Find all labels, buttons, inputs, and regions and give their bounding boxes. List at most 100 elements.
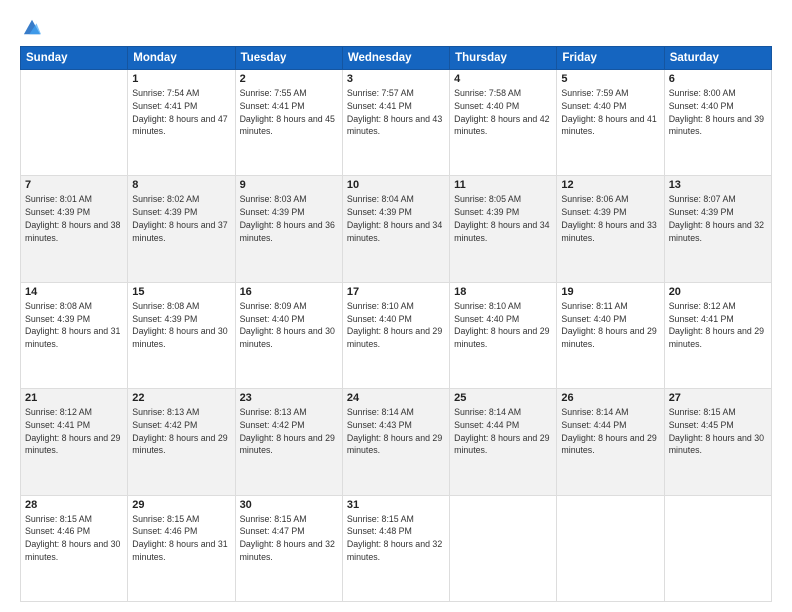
day-info: Sunrise: 8:10 AMSunset: 4:40 PMDaylight:… [454, 300, 552, 351]
calendar-cell [664, 495, 771, 601]
day-info: Sunrise: 8:15 AMSunset: 4:48 PMDaylight:… [347, 513, 445, 564]
day-number: 14 [25, 286, 123, 298]
calendar-cell: 16 Sunrise: 8:09 AMSunset: 4:40 PMDayligh… [235, 282, 342, 388]
calendar-cell: 30Sunrise: 8:15 AMSunset: 4:47 PMDayligh… [235, 495, 342, 601]
calendar-cell: 18 Sunrise: 8:10 AMSunset: 4:40 PMDayligh… [450, 282, 557, 388]
weekday-header-row: SundayMondayTuesdayWednesdayThursdayFrid… [21, 47, 772, 70]
day-number: 27 [669, 392, 767, 404]
day-info: Sunrise: 8:01 AMSunset: 4:39 PMDaylight:… [25, 193, 123, 244]
calendar-week-row: 7 Sunrise: 8:01 AMSunset: 4:39 PMDaylight… [21, 176, 772, 282]
day-info: Sunrise: 7:55 AMSunset: 4:41 PMDaylight:… [240, 87, 338, 138]
day-info: Sunrise: 8:05 AMSunset: 4:39 PMDaylight:… [454, 193, 552, 244]
calendar-cell [557, 495, 664, 601]
calendar-week-row: 14 Sunrise: 8:08 AMSunset: 4:39 PMDayligh… [21, 282, 772, 388]
day-info: Sunrise: 8:11 AMSunset: 4:40 PMDaylight:… [561, 300, 659, 351]
day-number: 22 [132, 392, 230, 404]
day-info: Sunrise: 8:09 AMSunset: 4:40 PMDaylight:… [240, 300, 338, 351]
day-info: Sunrise: 8:15 AMSunset: 4:45 PMDaylight:… [669, 406, 767, 457]
calendar-table: SundayMondayTuesdayWednesdayThursdayFrid… [20, 46, 772, 602]
calendar-cell: 10Sunrise: 8:04 AMSunset: 4:39 PMDayligh… [342, 176, 449, 282]
calendar-cell: 2 Sunrise: 7:55 AMSunset: 4:41 PMDaylight… [235, 70, 342, 176]
weekday-header-thursday: Thursday [450, 47, 557, 70]
weekday-header-monday: Monday [128, 47, 235, 70]
calendar-cell: 12 Sunrise: 8:06 AMSunset: 4:39 PMDayligh… [557, 176, 664, 282]
calendar-cell: 5 Sunrise: 7:59 AMSunset: 4:40 PMDaylight… [557, 70, 664, 176]
day-info: Sunrise: 8:08 AMSunset: 4:39 PMDaylight:… [25, 300, 123, 351]
calendar-cell: 13Sunrise: 8:07 AMSunset: 4:39 PMDayligh… [664, 176, 771, 282]
calendar-cell: 6 Sunrise: 8:00 AMSunset: 4:40 PMDaylight… [664, 70, 771, 176]
day-number: 15 [132, 286, 230, 298]
day-info: Sunrise: 7:57 AMSunset: 4:41 PMDaylight:… [347, 87, 445, 138]
day-number: 19 [561, 286, 659, 298]
calendar-cell: 9Sunrise: 8:03 AMSunset: 4:39 PMDaylight… [235, 176, 342, 282]
calendar-cell: 24 Sunrise: 8:14 AMSunset: 4:43 PMDayligh… [342, 389, 449, 495]
day-number: 17 [347, 286, 445, 298]
day-number: 10 [347, 179, 445, 191]
day-number: 25 [454, 392, 552, 404]
day-info: Sunrise: 8:13 AMSunset: 4:42 PMDaylight:… [132, 406, 230, 457]
calendar-cell: 15 Sunrise: 8:08 AMSunset: 4:39 PMDayligh… [128, 282, 235, 388]
calendar-cell: 19 Sunrise: 8:11 AMSunset: 4:40 PMDayligh… [557, 282, 664, 388]
header [20, 18, 772, 36]
calendar-cell [21, 70, 128, 176]
calendar-cell: 27 Sunrise: 8:15 AMSunset: 4:45 PMDayligh… [664, 389, 771, 495]
day-info: Sunrise: 8:15 AMSunset: 4:47 PMDaylight:… [240, 513, 338, 564]
calendar-week-row: 28 Sunrise: 8:15 AMSunset: 4:46 PMDayligh… [21, 495, 772, 601]
page: SundayMondayTuesdayWednesdayThursdayFrid… [0, 0, 792, 612]
day-info: Sunrise: 8:06 AMSunset: 4:39 PMDaylight:… [561, 193, 659, 244]
calendar-cell: 1Sunrise: 7:54 AMSunset: 4:41 PMDaylight… [128, 70, 235, 176]
day-number: 8 [132, 179, 230, 191]
calendar-cell: 28Sunrise: 8:15 AMSunset: 4:46 PMDayligh… [21, 495, 128, 601]
calendar-cell: 31 Sunrise: 8:15 AMSunset: 4:48 PMDayligh… [342, 495, 449, 601]
day-info: Sunrise: 8:12 AMSunset: 4:41 PMDaylight:… [669, 300, 767, 351]
calendar-week-row: 21Sunrise: 8:12 AMSunset: 4:41 PMDayligh… [21, 389, 772, 495]
day-number: 13 [669, 179, 767, 191]
day-number: 16 [240, 286, 338, 298]
calendar-cell: 7 Sunrise: 8:01 AMSunset: 4:39 PMDaylight… [21, 176, 128, 282]
calendar-cell: 14 Sunrise: 8:08 AMSunset: 4:39 PMDayligh… [21, 282, 128, 388]
calendar-week-row: 1Sunrise: 7:54 AMSunset: 4:41 PMDaylight… [21, 70, 772, 176]
day-info: Sunrise: 8:10 AMSunset: 4:40 PMDaylight:… [347, 300, 445, 351]
calendar-cell: 21Sunrise: 8:12 AMSunset: 4:41 PMDayligh… [21, 389, 128, 495]
day-info: Sunrise: 8:02 AMSunset: 4:39 PMDaylight:… [132, 193, 230, 244]
day-number: 28 [25, 499, 123, 511]
calendar-cell [450, 495, 557, 601]
day-number: 11 [454, 179, 552, 191]
calendar-cell: 26 Sunrise: 8:14 AMSunset: 4:44 PMDayligh… [557, 389, 664, 495]
day-info: Sunrise: 8:00 AMSunset: 4:40 PMDaylight:… [669, 87, 767, 138]
day-number: 23 [240, 392, 338, 404]
calendar-cell: 23 Sunrise: 8:13 AMSunset: 4:42 PMDayligh… [235, 389, 342, 495]
weekday-header-saturday: Saturday [664, 47, 771, 70]
day-number: 3 [347, 73, 445, 85]
day-number: 6 [669, 73, 767, 85]
day-number: 24 [347, 392, 445, 404]
day-info: Sunrise: 8:14 AMSunset: 4:44 PMDaylight:… [561, 406, 659, 457]
day-number: 12 [561, 179, 659, 191]
day-number: 31 [347, 499, 445, 511]
calendar-cell: 25Sunrise: 8:14 AMSunset: 4:44 PMDayligh… [450, 389, 557, 495]
calendar-cell: 22 Sunrise: 8:13 AMSunset: 4:42 PMDayligh… [128, 389, 235, 495]
weekday-header-wednesday: Wednesday [342, 47, 449, 70]
day-number: 26 [561, 392, 659, 404]
calendar-cell: 11 Sunrise: 8:05 AMSunset: 4:39 PMDayligh… [450, 176, 557, 282]
logo [20, 18, 42, 36]
day-info: Sunrise: 8:14 AMSunset: 4:43 PMDaylight:… [347, 406, 445, 457]
calendar-cell: 3 Sunrise: 7:57 AMSunset: 4:41 PMDaylight… [342, 70, 449, 176]
day-number: 4 [454, 73, 552, 85]
calendar-cell: 29Sunrise: 8:15 AMSunset: 4:46 PMDayligh… [128, 495, 235, 601]
day-info: Sunrise: 8:03 AMSunset: 4:39 PMDaylight:… [240, 193, 338, 244]
day-info: Sunrise: 7:59 AMSunset: 4:40 PMDaylight:… [561, 87, 659, 138]
logo-icon [22, 18, 42, 36]
day-number: 18 [454, 286, 552, 298]
day-info: Sunrise: 8:08 AMSunset: 4:39 PMDaylight:… [132, 300, 230, 351]
day-number: 7 [25, 179, 123, 191]
day-number: 21 [25, 392, 123, 404]
day-info: Sunrise: 8:13 AMSunset: 4:42 PMDaylight:… [240, 406, 338, 457]
calendar-cell: 4Sunrise: 7:58 AMSunset: 4:40 PMDaylight… [450, 70, 557, 176]
day-number: 2 [240, 73, 338, 85]
day-number: 5 [561, 73, 659, 85]
calendar-cell: 8 Sunrise: 8:02 AMSunset: 4:39 PMDaylight… [128, 176, 235, 282]
calendar-cell: 17 Sunrise: 8:10 AMSunset: 4:40 PMDayligh… [342, 282, 449, 388]
day-number: 1 [132, 73, 230, 85]
day-info: Sunrise: 8:15 AMSunset: 4:46 PMDaylight:… [132, 513, 230, 564]
